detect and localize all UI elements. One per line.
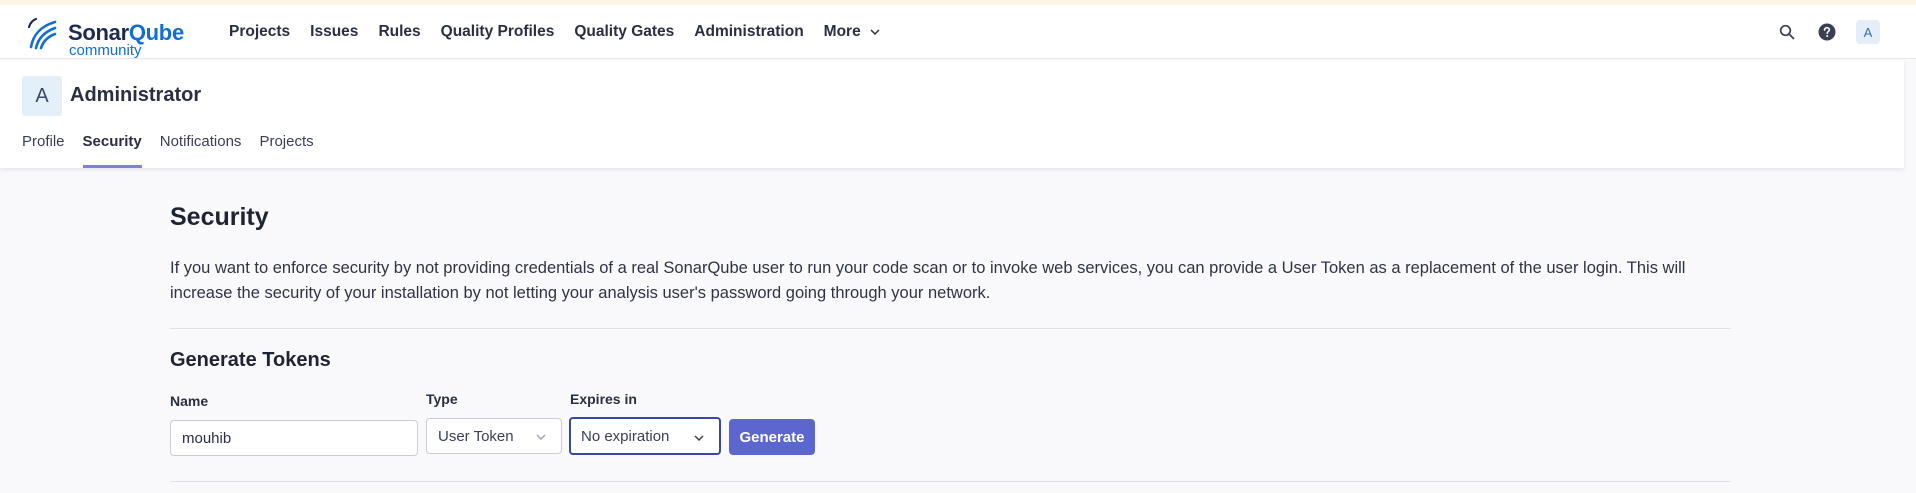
user-avatar[interactable]: A [1856,20,1880,44]
search-icon[interactable] [1776,21,1798,43]
generate-button[interactable]: Generate [729,419,815,455]
tab-profile[interactable]: Profile [22,132,65,168]
account-tabs: Profile Security Notifications Projects [22,132,332,168]
tab-notifications[interactable]: Notifications [160,132,242,168]
navbar-actions: A [1758,5,1880,59]
account-header: A Administrator Profile Security Notific… [0,60,1904,168]
nav-rules[interactable]: Rules [378,23,420,41]
account-avatar: A [22,76,62,116]
nav-quality-profiles[interactable]: Quality Profiles [441,23,555,41]
help-icon[interactable] [1816,21,1838,43]
nav-administration[interactable]: Administration [694,23,803,41]
nav-more[interactable]: More [824,23,881,41]
name-label: Name [170,393,209,409]
chevron-down-icon [536,434,546,440]
nav-issues[interactable]: Issues [310,23,358,41]
expires-in-value: No expiration [581,427,670,445]
tab-security[interactable]: Security [82,132,142,168]
nav-projects[interactable]: Projects [229,23,290,41]
expires-label: Expires in [570,391,637,407]
token-type-value: User Token [438,427,514,445]
page-title: Security [170,203,269,231]
main-nav: Projects Issues Rules Quality Profiles Q… [229,5,901,59]
account-name: Administrator [70,84,202,106]
section-divider-bottom [170,481,1731,482]
tab-projects[interactable]: Projects [259,132,313,168]
sonarqube-logo-icon [27,17,57,50]
token-name-input[interactable]: mouhib [170,420,418,456]
type-label: Type [426,391,458,407]
logo-edition: community [69,42,142,59]
generate-tokens-title: Generate Tokens [170,349,331,371]
top-navbar: SonarQube community Projects Issues Rule… [0,5,1916,59]
section-divider [170,328,1731,329]
token-type-select[interactable]: User Token [426,418,562,454]
nav-more-label: More [823,23,861,40]
sonarqube-logo[interactable]: SonarQube community [25,13,195,59]
expires-in-select[interactable]: No expiration [569,417,721,455]
chevron-down-icon [870,29,880,36]
chevron-down-icon [694,435,704,442]
nav-quality-gates[interactable]: Quality Gates [574,23,674,41]
security-description: If you want to enforce security by not p… [170,259,1686,302]
